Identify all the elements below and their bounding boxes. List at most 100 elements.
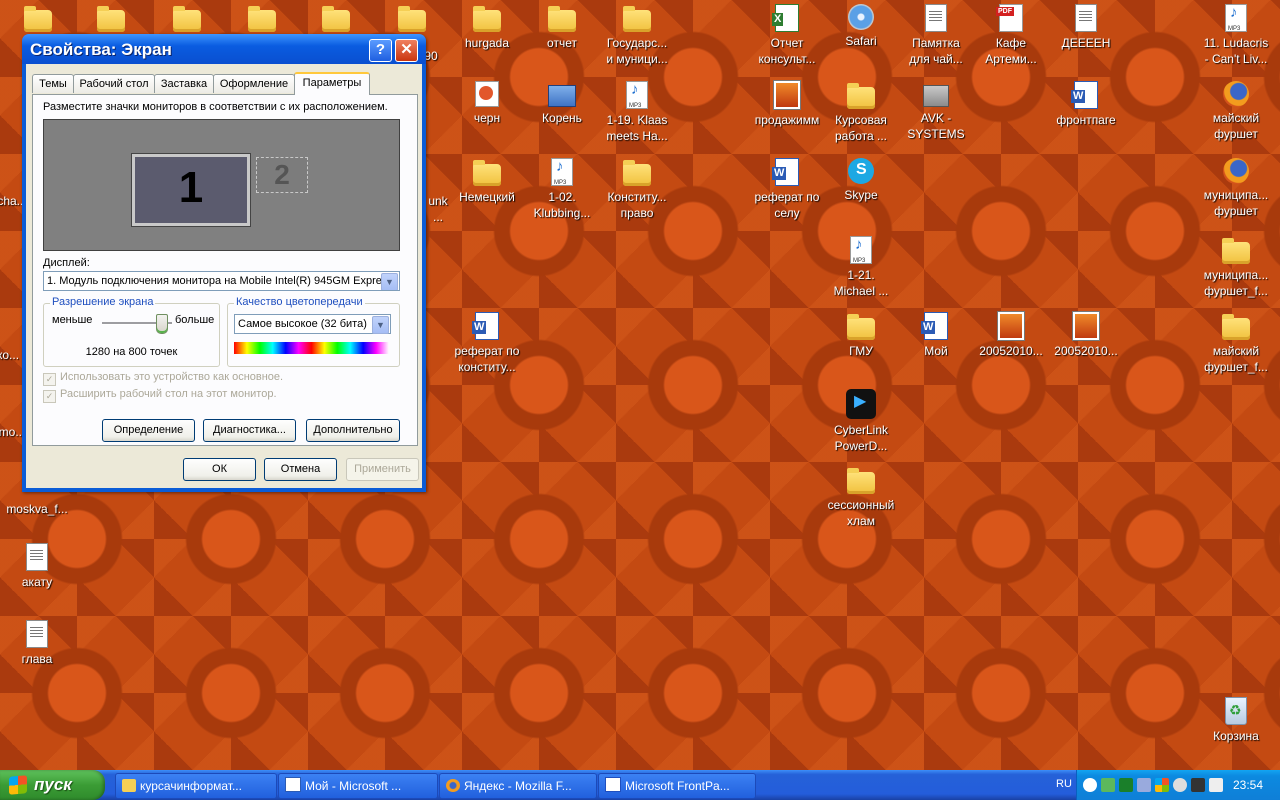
desktop-icon[interactable]: реферат по селу	[749, 158, 825, 221]
folder-icon	[847, 83, 875, 109]
desktop-icon-label: Немецкий	[459, 190, 515, 204]
tab-desktop[interactable]: Рабочий стол	[73, 74, 155, 93]
mp3-icon	[626, 81, 648, 114]
desktop-icon[interactable]: ГМУ	[823, 312, 899, 359]
desktop-icon[interactable]: Кафе Артеми...	[973, 4, 1049, 67]
desktop-icon-label: глава	[21, 652, 53, 666]
utility-icon[interactable]	[1119, 778, 1133, 792]
security-icon[interactable]	[1137, 778, 1151, 792]
tab-themes[interactable]: Темы	[32, 74, 74, 93]
folder-icon	[173, 6, 201, 32]
monitor-icon[interactable]	[1191, 778, 1205, 792]
desktop-icon[interactable]: Мой	[898, 312, 974, 359]
desktop-icon-label: Safari	[845, 34, 877, 48]
volume-icon[interactable]	[1209, 778, 1223, 792]
monitor-1[interactable]: 1	[131, 153, 251, 227]
tab-appearance[interactable]: Оформление	[213, 74, 295, 93]
language-indicator[interactable]: RU	[1056, 778, 1072, 790]
desktop-icon[interactable]: муниципа... фуршет_f...	[1198, 236, 1274, 299]
dialog-title: Свойства: Экран	[30, 40, 172, 59]
chevron-down-icon[interactable]: ▼	[381, 273, 398, 290]
resolution-slider-thumb[interactable]	[156, 314, 168, 334]
tab-screensaver[interactable]: Заставка	[154, 74, 214, 93]
dialog-titlebar[interactable]: Свойства: Экран ? ✕	[22, 34, 426, 64]
identify-button[interactable]: Определение	[102, 419, 195, 442]
color-spectrum-preview	[234, 342, 389, 354]
monitor-1-number: 1	[178, 163, 204, 212]
desktop-icon[interactable]: Памятка для чай...	[898, 4, 974, 67]
folder-icon	[97, 6, 125, 32]
folder-icon	[473, 160, 501, 186]
taskbar-item[interactable]: Мой - Microsoft ...	[278, 773, 438, 799]
desktop-icon[interactable]: отчет	[524, 4, 600, 51]
monitor-arrangement-area[interactable]: 1 2	[43, 119, 400, 251]
desktop-icon[interactable]: черн	[449, 81, 525, 126]
desktop-icon[interactable]: Курсовая работа ...	[823, 81, 899, 144]
update-icon[interactable]	[1173, 778, 1187, 792]
desktop-icon[interactable]: AVK - SYSTEMS	[898, 81, 974, 142]
desktop-icon[interactable]: Корзина	[1198, 697, 1274, 744]
desktop-icon[interactable]	[149, 4, 225, 35]
tab-settings[interactable]: Параметры	[294, 72, 370, 95]
desktop-icon[interactable]: глава	[0, 620, 75, 667]
desktop-icon[interactable]: 1-02. Klubbing...	[524, 158, 600, 221]
desktop-icon[interactable]: 11. Ludacris - Can't Liv...	[1198, 4, 1274, 67]
desktop-icon[interactable]: 20052010...	[973, 312, 1049, 359]
desktop-icon[interactable]	[298, 4, 374, 35]
desktop-icon[interactable]: Отчет консульт...	[749, 4, 825, 67]
desktop-icon[interactable]: реферат по конститу...	[449, 312, 525, 375]
desktop-icon[interactable]: CyberLink PowerD...	[823, 389, 899, 454]
advanced-button[interactable]: Дополнительно	[306, 419, 400, 442]
close-button[interactable]: ✕	[395, 39, 418, 62]
desktop-icon[interactable]: hurgada	[449, 4, 525, 51]
cancel-button[interactable]: Отмена	[264, 458, 337, 481]
desktop-icon[interactable]: акату	[0, 543, 75, 590]
taskbar-item[interactable]: Microsoft FrontPa...	[598, 773, 756, 799]
display-select[interactable]: 1. Модуль подключения монитора на Mobile…	[43, 271, 400, 291]
less-label: меньше	[52, 314, 93, 326]
apply-button[interactable]: Применить	[346, 458, 419, 481]
start-button[interactable]: пуск	[0, 770, 105, 800]
folder-icon	[548, 6, 576, 32]
extend-desktop-label: Расширить рабочий стол на этот монитор.	[60, 388, 277, 400]
taskbar-item[interactable]: Яндекс - Mozilla F...	[439, 773, 597, 799]
clock[interactable]: 23:54	[1233, 778, 1263, 792]
desktop-icon[interactable]	[73, 4, 149, 35]
word-icon	[1071, 81, 1098, 109]
desktop-icon[interactable]: Конститу... право	[599, 158, 675, 221]
desktop-icon[interactable]	[224, 4, 300, 35]
desktop-icon[interactable]: муниципа... фуршет	[1198, 158, 1274, 219]
desktop-icon[interactable]: 20052010...	[1048, 312, 1124, 359]
desktop-icon-label: Кафе Артеми...	[985, 36, 1037, 66]
desktop-icon[interactable]: майский фуршет_f...	[1198, 312, 1274, 375]
presentation-icon	[475, 81, 499, 107]
troubleshoot-button[interactable]: Диагностика...	[203, 419, 296, 442]
desktop-icon[interactable]: майский фуршет	[1198, 81, 1274, 142]
resolution-group: Разрешение экрана меньше больше 1280 на …	[43, 296, 220, 367]
help-button[interactable]: ?	[369, 39, 392, 62]
network-icon[interactable]	[1101, 778, 1115, 792]
desktop-icon[interactable]: Государс... и муници...	[599, 4, 675, 67]
desktop-icon[interactable]: фронтпаге	[1048, 81, 1124, 128]
windows-flag-icon[interactable]	[1155, 778, 1169, 792]
ok-button[interactable]: ОК	[183, 458, 256, 481]
primary-device-checkbox[interactable]: ✓ Использовать это устройство как основно…	[43, 371, 283, 386]
desktop-icon[interactable]: 1-21. Michael ...	[823, 236, 899, 299]
desktop-icon[interactable]: 1-19. Klaas meets Ha...	[599, 81, 675, 144]
desktop-icon-label: майский фуршет	[1212, 111, 1260, 141]
network-icon	[923, 85, 949, 107]
desktop-icon[interactable]: продажимм	[749, 81, 825, 128]
desktop-icon[interactable]: сессионный хлам	[823, 466, 899, 529]
monitor-2[interactable]: 2	[256, 157, 308, 193]
desktop-icon[interactable]: Немецкий	[449, 158, 525, 205]
desktop-icon[interactable]: Корень	[524, 81, 600, 126]
dialog-body: Темы Рабочий стол Заставка Оформление Па…	[26, 64, 422, 488]
back-arrow-icon[interactable]	[1083, 778, 1097, 792]
desktop-icon[interactable]: ДЕЕЕЕН	[1048, 4, 1124, 51]
taskbar-item[interactable]: курсачинформат...	[115, 773, 277, 799]
color-quality-select[interactable]: Самое высокое (32 бита) ▼	[234, 314, 391, 334]
desktop-icon[interactable]: Safari	[823, 4, 899, 49]
chevron-down-icon[interactable]: ▼	[372, 316, 389, 334]
desktop-icon[interactable]: Skype	[823, 158, 899, 203]
extend-desktop-checkbox[interactable]: ✓ Расширить рабочий стол на этот монитор.	[43, 388, 277, 403]
